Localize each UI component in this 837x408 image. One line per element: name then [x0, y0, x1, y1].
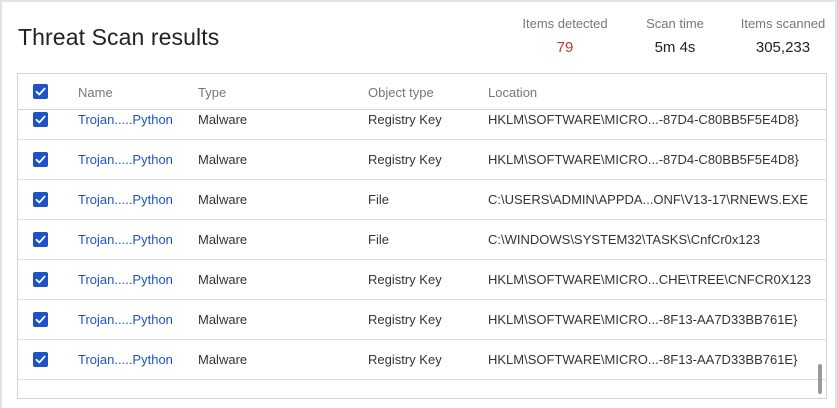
threat-location: C:\USERS\ADMIN\APPDA...ONF\V13-17\RNEWS.…	[488, 192, 809, 207]
threat-name-link[interactable]: Trojan.....Python	[78, 312, 173, 327]
stat-items-detected-value: 79	[556, 39, 574, 56]
threat-location: C:\WINDOWS\SYSTEM32\TASKS\CnfCr0x123	[488, 232, 761, 247]
object-type: Registry Key	[368, 312, 442, 327]
table-row[interactable]: Trojan.....Python Malware File C:\WINDOW…	[18, 220, 826, 260]
threat-location: HKLM\SOFTWARE\MICRO...-8F13-AA7D33BB761E…	[488, 312, 798, 327]
row-checkbox[interactable]	[33, 232, 48, 247]
table-row[interactable]: Trojan.....Python Malware Registry Key H…	[18, 110, 826, 140]
checkmark-icon	[35, 155, 46, 164]
table-row[interactable]: Trojan.....Python Malware Registry Key H…	[18, 300, 826, 340]
checkmark-icon	[35, 235, 46, 244]
stat-items-scanned-value: 305,233	[755, 39, 811, 56]
row-checkbox[interactable]	[33, 192, 48, 207]
checkmark-icon	[35, 315, 46, 324]
threat-name-link[interactable]: Trojan.....Python	[78, 352, 173, 367]
threat-name-link[interactable]: Trojan.....Python	[78, 152, 173, 167]
vertical-scrollbar-thumb[interactable]	[818, 364, 822, 394]
checkmark-icon	[35, 355, 46, 364]
threat-type: Malware	[198, 112, 248, 127]
stat-items-scanned: Items scanned 305,233	[738, 16, 828, 56]
object-type: File	[368, 192, 389, 207]
threat-location: HKLM\SOFTWARE\MICRO...-87D4-C80BB5F5E4D8…	[488, 112, 799, 127]
object-type: Registry Key	[368, 272, 442, 287]
stat-items-detected: Items detected 79	[520, 16, 610, 56]
threat-type: Malware	[198, 352, 248, 367]
threat-type: Malware	[198, 192, 248, 207]
stat-items-scanned-label: Items scanned	[740, 16, 826, 31]
row-checkbox[interactable]	[33, 312, 48, 327]
checkmark-icon	[35, 195, 46, 204]
checkmark-icon	[35, 87, 46, 96]
threat-location: HKLM\SOFTWARE\MICRO...-87D4-C80BB5F5E4D8…	[488, 152, 799, 167]
column-header-name[interactable]: Name	[78, 85, 113, 100]
threat-name-link[interactable]: Trojan.....Python	[78, 192, 173, 207]
table-row[interactable]: Trojan.....Python Malware Registry Key H…	[18, 260, 826, 300]
threat-location: HKLM\SOFTWARE\MICRO...-8F13-AA7D33BB761E…	[488, 352, 798, 367]
column-header-type[interactable]: Type	[198, 85, 226, 100]
object-type: Registry Key	[368, 152, 442, 167]
row-checkbox[interactable]	[33, 112, 48, 127]
checkmark-icon	[35, 275, 46, 284]
select-all-checkbox[interactable]	[33, 84, 48, 99]
row-checkbox[interactable]	[33, 152, 48, 167]
table-row[interactable]: Trojan.....Python Malware Registry Key H…	[18, 140, 826, 180]
threat-location: HKLM\SOFTWARE\MICRO...CHE\TREE\CNFCR0X12…	[488, 272, 812, 287]
checkmark-icon	[35, 115, 46, 124]
threat-name-link[interactable]: Trojan.....Python	[78, 112, 173, 127]
column-header-location[interactable]: Location	[488, 85, 537, 100]
column-header-object-type[interactable]: Object type	[368, 85, 434, 100]
row-checkbox[interactable]	[33, 272, 48, 287]
object-type: File	[368, 232, 389, 247]
window-top-border	[0, 0, 837, 2]
threat-type: Malware	[198, 312, 248, 327]
threat-name-link[interactable]: Trojan.....Python	[78, 272, 173, 287]
stat-scan-time: Scan time 5m 4s	[640, 16, 710, 56]
table-row[interactable]: Trojan.....Python Malware File C:\USERS\…	[18, 180, 826, 220]
threat-type: Malware	[198, 152, 248, 167]
page-title: Threat Scan results	[18, 24, 220, 50]
object-type: Registry Key	[368, 352, 442, 367]
stat-scan-time-label: Scan time	[646, 16, 704, 31]
row-checkbox[interactable]	[33, 352, 48, 367]
threat-type: Malware	[198, 272, 248, 287]
threat-type: Malware	[198, 232, 248, 247]
object-type: Registry Key	[368, 112, 442, 127]
table-body[interactable]: Trojan.....Python Malware Registry Key H…	[18, 110, 826, 398]
stat-scan-time-value: 5m 4s	[654, 39, 696, 56]
table-row[interactable]: Trojan.....Python Malware Registry Key H…	[18, 340, 826, 380]
results-table: Name Type Object type Location Trojan...…	[17, 73, 827, 399]
stat-items-detected-label: Items detected	[522, 16, 608, 31]
window-left-border	[0, 0, 2, 408]
threat-name-link[interactable]: Trojan.....Python	[78, 232, 173, 247]
table-header: Name Type Object type Location	[18, 74, 826, 110]
